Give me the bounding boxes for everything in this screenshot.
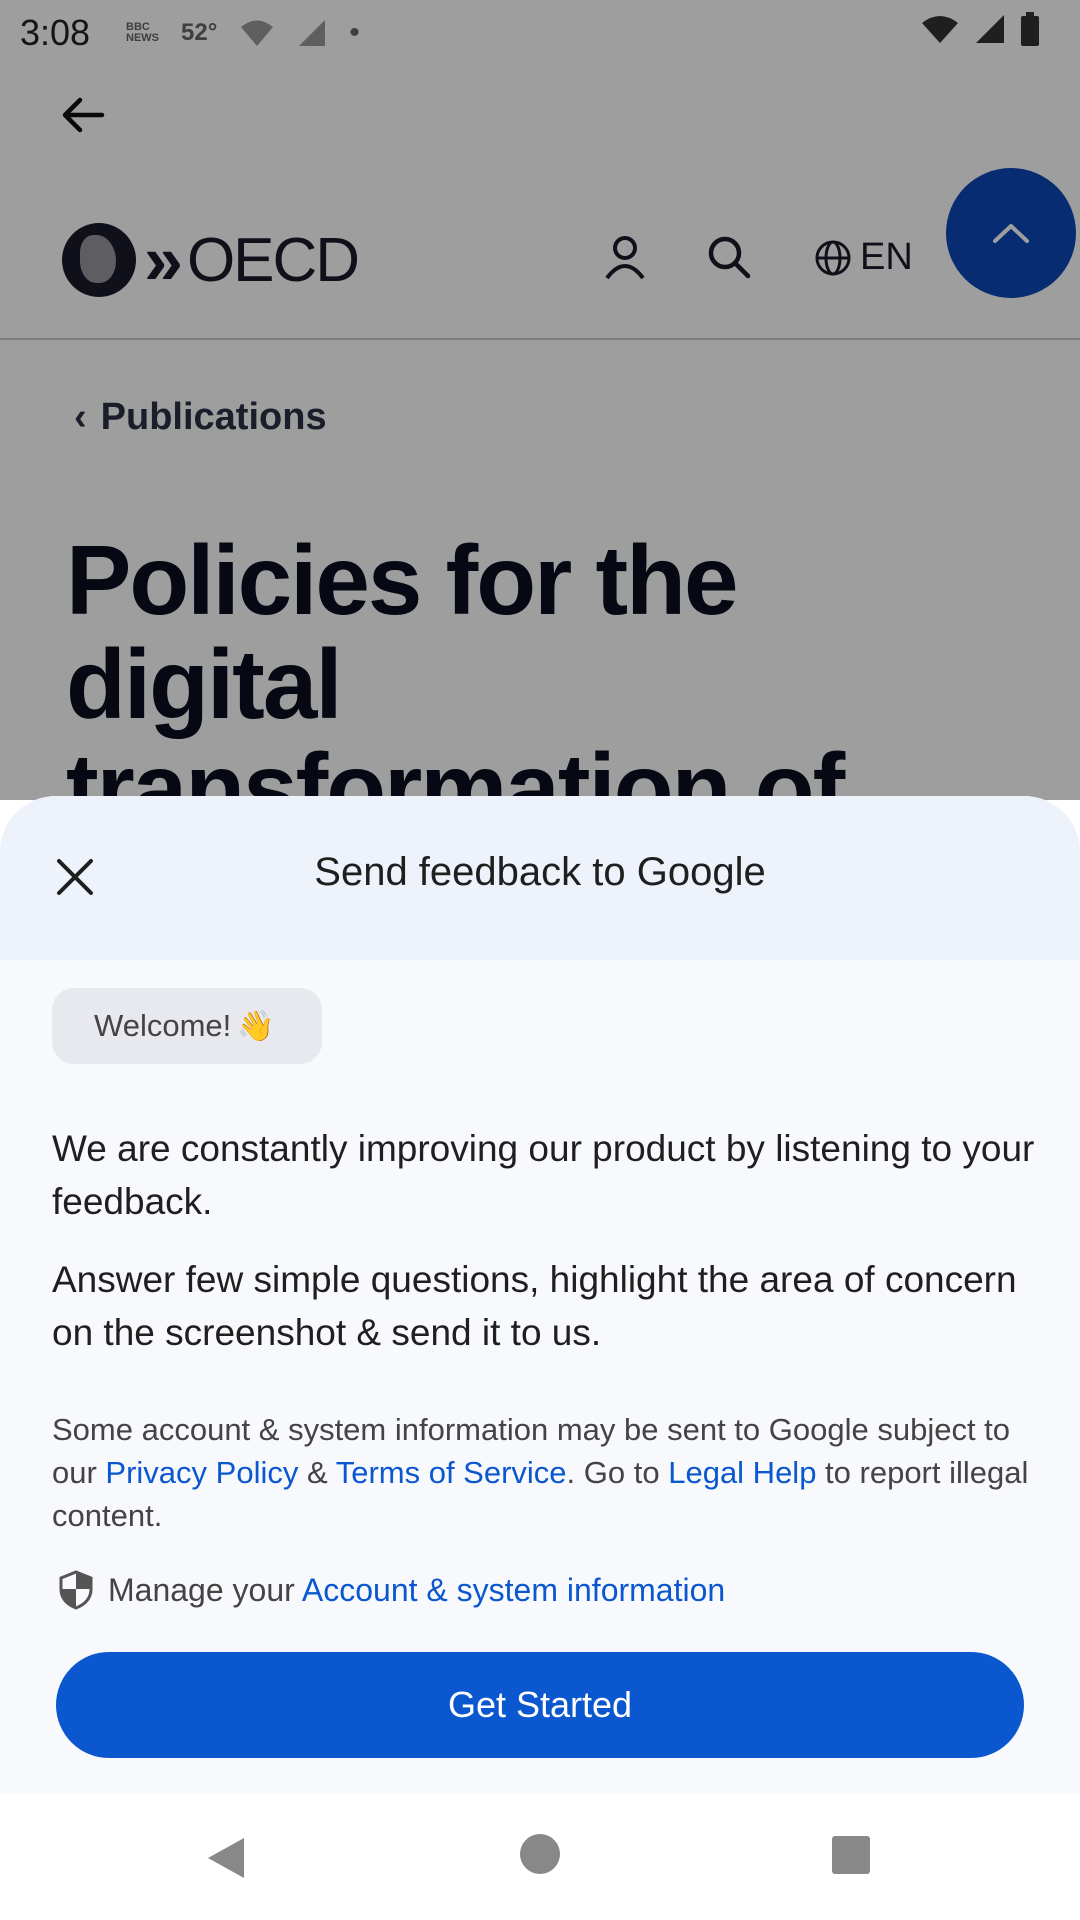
legal-disclaimer: Some account & system information may be… [52,1408,1042,1537]
legal-amp: & [298,1455,336,1490]
nav-home-icon[interactable] [520,1834,560,1874]
nav-recents-icon[interactable] [832,1836,870,1874]
legal-help-link[interactable]: Legal Help [668,1455,816,1490]
legal-mid: . Go to [566,1455,669,1490]
system-nav-bar [0,1794,1080,1920]
waving-hand-icon: 👋 [237,1009,275,1043]
shield-icon [59,1570,93,1610]
nav-back-icon[interactable] [204,1836,248,1880]
instructions-text: Answer few simple questions, highlight t… [52,1259,1017,1353]
background-page: 3:08 BBC NEWS 52° • » OECD EN ‹ Publicat… [0,0,1080,800]
manage-account-row: Manage your Account & system information [58,1570,725,1610]
welcome-chip: Welcome! 👋 [52,988,322,1064]
feedback-sheet: Send feedback to Google Welcome! 👋 We ar… [0,796,1080,1794]
intro-text: We are constantly improving our product … [52,1128,1035,1222]
sheet-header: Send feedback to Google [0,796,1080,960]
sheet-title: Send feedback to Google [314,850,766,894]
manage-prefix: Manage your [108,1571,302,1608]
account-system-info-link[interactable]: Account & system information [302,1572,725,1608]
privacy-policy-link[interactable]: Privacy Policy [105,1455,298,1490]
dim-overlay [0,0,1080,800]
welcome-text: Welcome! [94,1008,232,1043]
terms-of-service-link[interactable]: Terms of Service [336,1455,567,1490]
get-started-button[interactable]: Get Started [56,1652,1024,1758]
